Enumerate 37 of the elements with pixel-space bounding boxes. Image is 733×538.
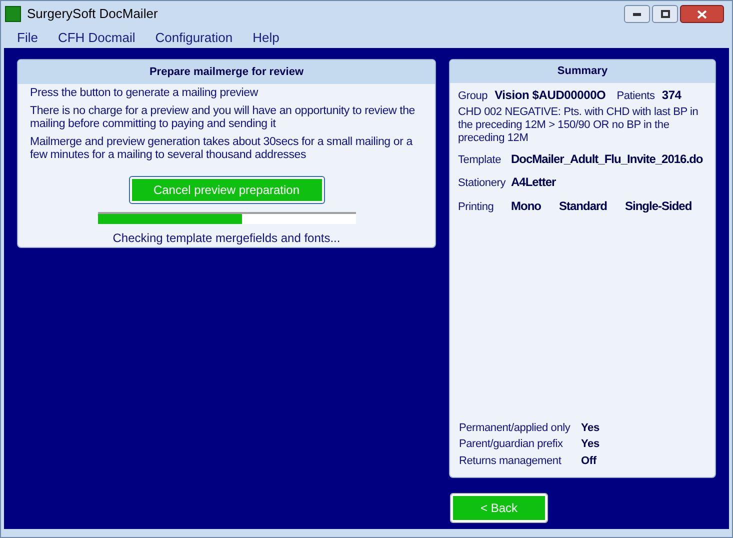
panel-title: Summary	[450, 60, 715, 83]
close-button[interactable]	[680, 5, 724, 23]
option-label: Returns management	[459, 454, 562, 468]
field-value: A4Letter	[511, 174, 556, 191]
window-title: SurgerySoft DocMailer	[27, 5, 158, 24]
paragraph-text: There is no charge for a preview and you will have an opportunity to review the mailing before committing to paying and sending it	[30, 105, 416, 131]
menu-item[interactable]: CFH Docmail	[48, 28, 146, 48]
field-value: Single-Sided	[625, 198, 692, 214]
close-icon	[697, 10, 707, 18]
option-value: Yes	[581, 420, 600, 436]
menu-item[interactable]: Help	[242, 28, 290, 48]
field-label: Group	[458, 89, 488, 104]
maximize-button[interactable]	[652, 5, 678, 23]
option-value: Yes	[581, 437, 600, 452]
panel-title: Prepare mailmerge for review	[18, 60, 435, 84]
minimize-button[interactable]	[624, 5, 650, 23]
field-label: Stationery	[458, 176, 507, 191]
paragraph-text: Press the button to generate a mailing preview	[30, 87, 260, 100]
field-label: Template	[458, 152, 502, 168]
minimize-icon	[633, 12, 641, 16]
maximize-icon	[660, 10, 670, 18]
status-text: Checking template mergefields and fonts...	[112, 230, 340, 247]
field-value: Standard	[559, 198, 608, 214]
field-label: Printing	[458, 200, 495, 214]
description-text: CHD 002 NEGATIVE: Pts. with CHD with last BP in the preceding 12M > 150/90 OR no BP in the preceding 12M	[458, 106, 700, 144]
menu-item[interactable]: Configuration	[145, 28, 243, 48]
field-value: Mono	[511, 198, 541, 214]
field-label: Patients	[616, 89, 655, 104]
app-logo-icon	[5, 6, 21, 22]
option-label: Parent/guardian prefix	[459, 437, 564, 452]
paragraph-text: Mailmerge and preview generation takes about 30secs for a small mailing or a few minutes for a mailing to several thousand addresses	[30, 136, 414, 162]
option-label: Permanent/applied only	[459, 420, 572, 436]
menu-item[interactable]: File	[7, 28, 48, 48]
field-value: Vision $AUD00000O	[494, 87, 606, 104]
option-value: Off	[581, 454, 596, 468]
field-value: 374	[662, 87, 682, 104]
field-value: DocMailer_Adult_Flu_Invite_2016.do	[511, 150, 703, 168]
